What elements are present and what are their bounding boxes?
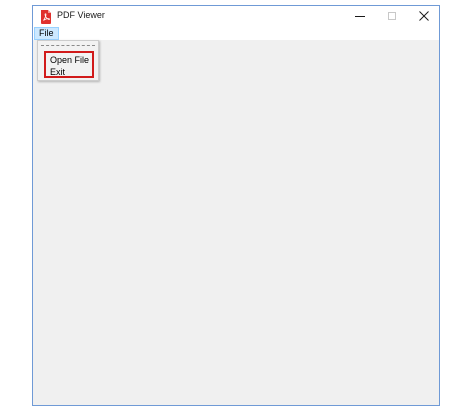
close-button[interactable] <box>409 6 439 27</box>
minimize-button[interactable] <box>345 6 375 27</box>
menu-item-open-file[interactable]: Open File <box>50 55 89 66</box>
menu-file[interactable]: File <box>34 27 59 40</box>
title-bar[interactable]: PDF Viewer <box>33 6 439 27</box>
menu-tearoff-line[interactable] <box>41 45 95 46</box>
viewer-content-area <box>33 40 439 405</box>
pdf-document-icon <box>40 10 52 24</box>
file-dropdown-menu: Open File Exit <box>37 40 99 81</box>
menu-item-exit[interactable]: Exit <box>50 67 65 78</box>
maximize-icon <box>387 8 397 26</box>
window-title: PDF Viewer <box>57 10 105 20</box>
menu-bar: File <box>33 27 439 40</box>
maximize-button[interactable] <box>377 6 407 27</box>
close-icon <box>419 8 429 26</box>
minimize-icon <box>355 8 365 26</box>
